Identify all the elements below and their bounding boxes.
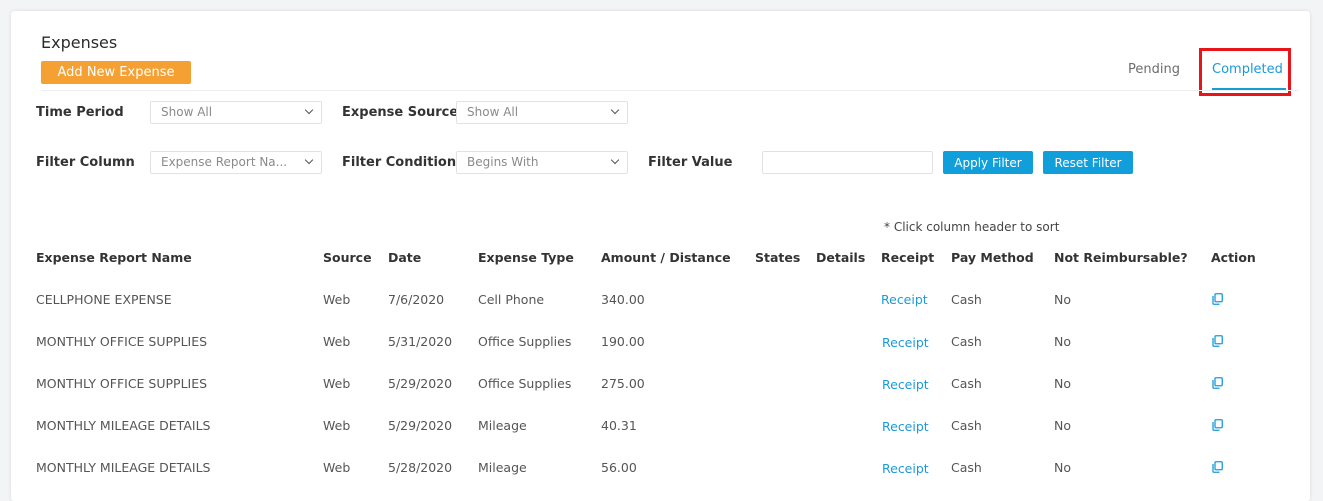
cell-date: 5/29/2020 <box>388 418 453 433</box>
expense-source-label: Expense Source <box>342 105 459 120</box>
cell-amount: 340.00 <box>601 292 645 307</box>
tab-pending[interactable]: Pending <box>1128 62 1180 77</box>
column-header-pay-method[interactable]: Pay Method <box>951 250 1034 265</box>
cell-date: 5/28/2020 <box>388 460 453 475</box>
time-period-label: Time Period <box>36 105 124 120</box>
chevron-down-icon <box>304 105 314 115</box>
filter-column-value: Expense Report Na... <box>161 155 288 169</box>
column-header-action: Action <box>1211 250 1256 265</box>
cell-amount: 40.31 <box>601 418 637 433</box>
cell-expense-report-name: MONTHLY OFFICE SUPPLIES <box>36 376 208 391</box>
cell-expense-type: Office Supplies <box>478 334 572 349</box>
copy-icon[interactable] <box>1212 335 1223 347</box>
receipt-link[interactable]: Receipt <box>882 377 929 392</box>
filter-value-label: Filter Value <box>648 155 733 170</box>
cell-pay-method: Cash <box>951 292 982 307</box>
cell-not-reimbursable: No <box>1054 376 1071 391</box>
receipt-link[interactable]: Receipt <box>882 461 929 476</box>
cell-not-reimbursable: No <box>1054 292 1071 307</box>
cell-amount: 275.00 <box>601 376 645 391</box>
filter-condition-select[interactable]: Begins With <box>456 151 628 174</box>
page-title: Expenses <box>41 33 118 52</box>
cell-expense-type: Office Supplies <box>478 376 572 391</box>
cell-source: Web <box>323 376 351 391</box>
cell-amount: 56.00 <box>601 460 637 475</box>
cell-amount: 190.00 <box>601 334 645 349</box>
expense-source-value: Show All <box>467 105 519 119</box>
expense-source-select[interactable]: Show All <box>456 101 628 124</box>
copy-icon[interactable] <box>1212 377 1223 389</box>
header-divider <box>41 90 1299 91</box>
cell-source: Web <box>323 334 351 349</box>
cell-pay-method: Cash <box>951 460 982 475</box>
filter-column-select[interactable]: Expense Report Na... <box>150 151 322 174</box>
cell-expense-type: Mileage <box>478 460 527 475</box>
cell-date: 7/6/2020 <box>388 292 445 307</box>
chevron-down-icon <box>304 155 314 165</box>
receipt-link[interactable]: Receipt <box>882 335 929 350</box>
column-header-source[interactable]: Source <box>323 250 372 265</box>
cell-expense-report-name: CELLPHONE EXPENSE <box>36 292 172 307</box>
column-header-details[interactable]: Details <box>816 250 865 265</box>
chevron-down-icon <box>610 105 620 115</box>
copy-icon[interactable] <box>1212 293 1223 305</box>
cell-not-reimbursable: No <box>1054 418 1071 433</box>
cell-date: 5/29/2020 <box>388 376 453 391</box>
filter-condition-value: Begins With <box>467 155 539 169</box>
time-period-value: Show All <box>161 105 213 119</box>
copy-icon[interactable] <box>1212 419 1223 431</box>
filter-value-input[interactable] <box>762 151 933 174</box>
copy-icon[interactable] <box>1212 461 1223 473</box>
cell-expense-type: Mileage <box>478 418 527 433</box>
cell-pay-method: Cash <box>951 334 982 349</box>
reset-filter-button[interactable]: Reset Filter <box>1043 151 1133 174</box>
column-header-not-reimbursable[interactable]: Not Reimbursable? <box>1054 250 1188 265</box>
receipt-link[interactable]: Receipt <box>882 419 929 434</box>
cell-expense-report-name: MONTHLY MILEAGE DETAILS <box>36 460 211 475</box>
column-header-expense-report-name[interactable]: Expense Report Name <box>36 250 192 265</box>
cell-not-reimbursable: No <box>1054 460 1071 475</box>
cell-source: Web <box>323 418 351 433</box>
receipt-link[interactable]: Receipt <box>881 292 928 307</box>
column-header-expense-type[interactable]: Expense Type <box>478 250 574 265</box>
cell-expense-type: Cell Phone <box>478 292 545 307</box>
column-header-receipt[interactable]: Receipt <box>881 250 934 265</box>
column-header-states[interactable]: States <box>755 250 800 265</box>
cell-pay-method: Cash <box>951 376 982 391</box>
sort-note: * Click column header to sort <box>884 220 1060 234</box>
column-header-date[interactable]: Date <box>388 250 421 265</box>
cell-date: 5/31/2020 <box>388 334 453 349</box>
highlight-box <box>1199 48 1291 96</box>
expenses-card: Expenses Add New Expense Pending Complet… <box>11 11 1310 501</box>
cell-not-reimbursable: No <box>1054 334 1071 349</box>
time-period-select[interactable]: Show All <box>150 101 322 124</box>
column-header-amount-distance[interactable]: Amount / Distance <box>601 250 731 265</box>
add-new-expense-button[interactable]: Add New Expense <box>41 61 191 84</box>
apply-filter-button[interactable]: Apply Filter <box>943 151 1033 174</box>
cell-expense-report-name: MONTHLY OFFICE SUPPLIES <box>36 334 208 349</box>
cell-pay-method: Cash <box>951 418 982 433</box>
cell-source: Web <box>323 292 351 307</box>
filter-column-label: Filter Column <box>36 155 135 170</box>
filter-condition-label: Filter Condition <box>342 155 457 170</box>
cell-expense-report-name: MONTHLY MILEAGE DETAILS <box>36 418 211 433</box>
chevron-down-icon <box>610 155 620 165</box>
cell-source: Web <box>323 460 351 475</box>
